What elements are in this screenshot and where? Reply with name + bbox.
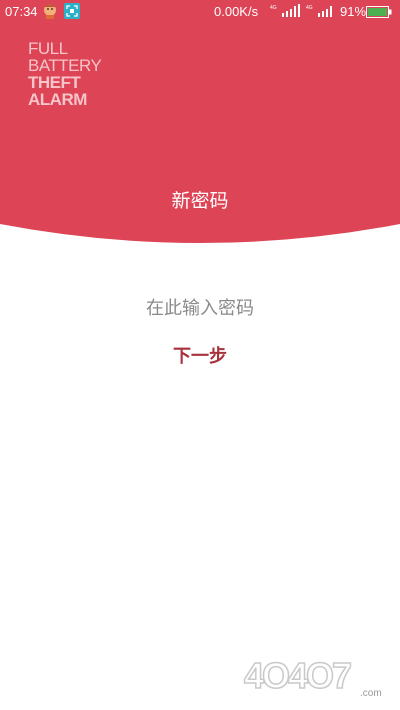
logo-line-2: BATTERY (28, 56, 102, 75)
password-field-wrapper (100, 292, 300, 324)
logo-line-1: FULL (28, 39, 68, 58)
page-title: 新密码 (171, 190, 229, 212)
logo-line-3: THEFT (28, 73, 81, 92)
battery-icon (366, 6, 392, 18)
header: 07:34 0.00K/s 4G 4G 91% FULL BATTERY THE… (0, 0, 400, 245)
network-speed: 0.00K/s (214, 4, 259, 19)
watermark-logo: 4O4O7 .com (243, 654, 382, 699)
svg-text:4O4O7: 4O4O7 (244, 655, 351, 696)
cell-signal-4g-icon: 4G (270, 4, 300, 17)
avatar-notification-icon (44, 4, 56, 19)
status-time: 07:34 (5, 4, 38, 19)
password-input[interactable] (100, 292, 300, 324)
svg-text:4G: 4G (270, 5, 277, 11)
app-logo: FULL BATTERY THEFT ALARM (28, 39, 102, 109)
logo-line-4: ALARM (28, 90, 87, 109)
status-bar: 07:34 0.00K/s 4G 4G 91% (0, 0, 400, 24)
battery-percent: 91% (340, 4, 367, 19)
scan-notification-icon (64, 3, 80, 19)
next-button[interactable]: 下一步 (150, 340, 250, 370)
svg-text:4G: 4G (306, 5, 313, 11)
cell-signal-4g-icon: 4G (306, 5, 332, 17)
svg-text:.com: .com (360, 688, 382, 699)
